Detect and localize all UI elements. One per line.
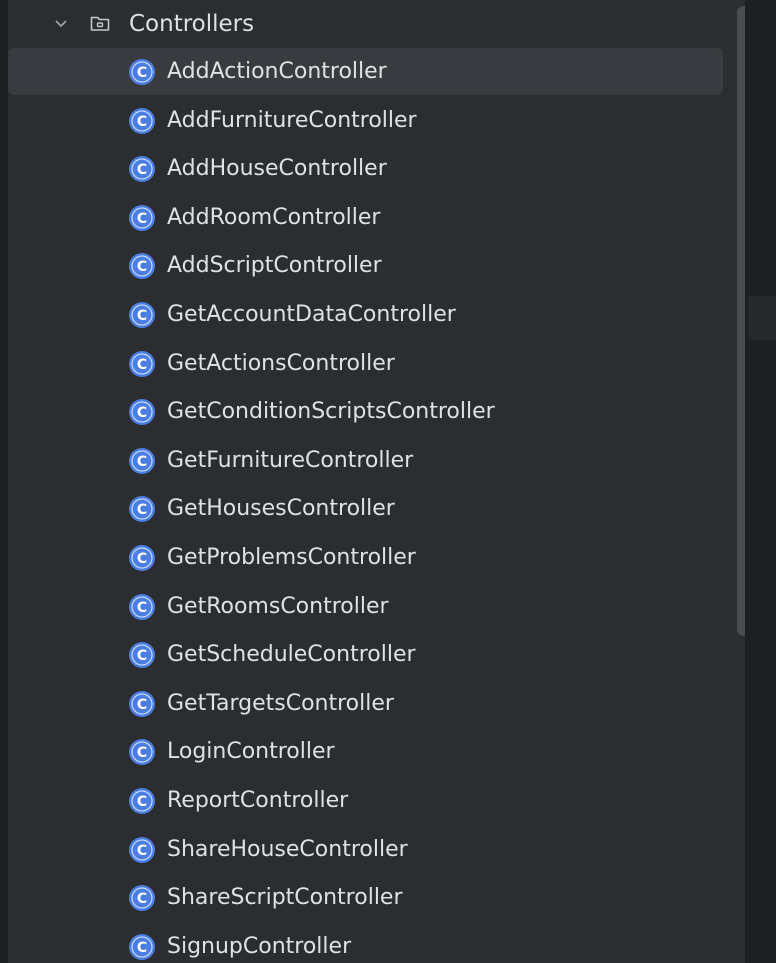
svg-text:C: C	[137, 211, 147, 227]
class-icon: C	[129, 447, 155, 474]
class-icon: C	[129, 399, 155, 426]
tree-item-class[interactable]: C GetScheduleController	[8, 631, 723, 680]
tree-item-class[interactable]: C GetActionsController	[8, 340, 723, 389]
class-icon: C	[129, 350, 155, 377]
tree-item-label: SignupController	[167, 933, 352, 959]
folder-icon	[90, 16, 110, 31]
tree-item-label: AddActionController	[167, 59, 387, 84]
tree-item-label: GetActionsController	[167, 350, 395, 376]
tree-item-class[interactable]: C ShareHouseController	[8, 826, 723, 875]
tree-item-label: GetConditionScriptsController	[167, 399, 495, 425]
class-icon: C	[129, 59, 155, 85]
tree-item-class[interactable]: C GetProblemsController	[8, 534, 723, 583]
tree-item-label: ShareScriptController	[167, 885, 403, 911]
tree-item-label: GetAccountDataController	[167, 301, 456, 327]
panel-divider[interactable]	[745, 0, 776, 963]
tree-item-class[interactable]: C AddHouseController	[8, 145, 723, 194]
class-icon: C	[129, 593, 155, 620]
folder-label: Controllers	[129, 11, 255, 37]
class-icon: C	[129, 885, 155, 912]
tree-item-label: GetTargetsController	[167, 690, 394, 716]
class-icon: C	[129, 107, 155, 134]
svg-text:C: C	[137, 405, 147, 421]
svg-text:C: C	[137, 308, 147, 324]
tree-item-class[interactable]: C AddRoomController	[8, 194, 723, 243]
tree-item-label: LoginController	[167, 739, 335, 765]
tree-item-label: AddRoomController	[167, 204, 381, 230]
tree-item-label: GetScheduleController	[167, 642, 416, 668]
tree-item-label: GetRoomsController	[167, 593, 389, 619]
tree-item-class[interactable]: C GetRoomsController	[8, 583, 723, 632]
svg-text:C: C	[137, 697, 147, 713]
class-icon: C	[129, 836, 155, 863]
class-icon: C	[129, 739, 155, 766]
tree-item-class[interactable]: C GetAccountDataController	[8, 291, 723, 340]
tree-item-class[interactable]: C GetTargetsController	[8, 680, 723, 729]
tree-item-class[interactable]: C AddFurnitureController	[8, 97, 723, 146]
class-icon: C	[129, 690, 155, 717]
svg-text:C: C	[137, 648, 147, 664]
class-icon: C	[129, 496, 155, 523]
svg-text:C: C	[137, 940, 147, 956]
tree-item-label: AddHouseController	[167, 156, 387, 182]
svg-text:C: C	[137, 162, 147, 178]
svg-text:C: C	[137, 454, 147, 470]
project-tree-panel: Controllers C AddActionController C AddFurn…	[8, 0, 745, 963]
class-icon: C	[129, 204, 155, 231]
class-icon: C	[129, 253, 155, 280]
svg-text:C: C	[137, 259, 147, 275]
class-icon: C	[129, 544, 155, 571]
tree-item-label: ShareHouseController	[167, 836, 408, 862]
tree-folder-controllers[interactable]: Controllers	[8, 0, 723, 48]
svg-text:C: C	[137, 843, 147, 859]
class-icon: C	[129, 787, 155, 814]
tree-item-label: GetFurnitureController	[167, 447, 414, 473]
class-icon: C	[129, 642, 155, 669]
class-icon: C	[129, 933, 155, 960]
tree-item-class[interactable]: C LoginController	[8, 728, 723, 777]
svg-text:C: C	[137, 114, 147, 130]
tree-item-label: AddFurnitureController	[167, 107, 417, 133]
svg-text:C: C	[137, 600, 147, 616]
svg-text:C: C	[137, 551, 147, 567]
class-icon: C	[129, 301, 155, 328]
tree-item-class[interactable]: C ShareScriptController	[8, 874, 723, 923]
vertical-scrollbar[interactable]	[737, 6, 745, 636]
editor-gutter-mark	[748, 296, 776, 340]
tree-item-class[interactable]: C GetConditionScriptsController	[8, 388, 723, 437]
tree-item-class[interactable]: C AddScriptController	[8, 242, 723, 291]
svg-text:C: C	[137, 745, 147, 761]
left-gutter	[0, 0, 8, 963]
svg-text:C: C	[137, 794, 147, 810]
tree-item-label: GetProblemsController	[167, 544, 416, 570]
ide-window: Controllers C AddActionController C AddFurn…	[0, 0, 776, 963]
tree-item-label: ReportController	[167, 787, 349, 813]
svg-text:C: C	[137, 891, 147, 907]
tree-item-class[interactable]: C AddActionController	[8, 48, 723, 97]
tree-item-label: GetHousesController	[167, 496, 395, 522]
tree-item-class[interactable]: C GetHousesController	[8, 485, 723, 534]
tree-item-class[interactable]: C SignupController	[8, 923, 723, 963]
tree-item-class[interactable]: C GetFurnitureController	[8, 437, 723, 486]
svg-text:C: C	[137, 502, 147, 518]
class-list: C AddActionController C AddFurnitureControl…	[8, 48, 723, 963]
tree-item-label: AddScriptController	[167, 253, 382, 279]
chevron-down-icon[interactable]	[54, 18, 68, 30]
svg-text:C: C	[137, 357, 147, 373]
tree-item-class[interactable]: C ReportController	[8, 777, 723, 826]
class-icon: C	[129, 156, 155, 183]
svg-text:C: C	[137, 65, 147, 81]
